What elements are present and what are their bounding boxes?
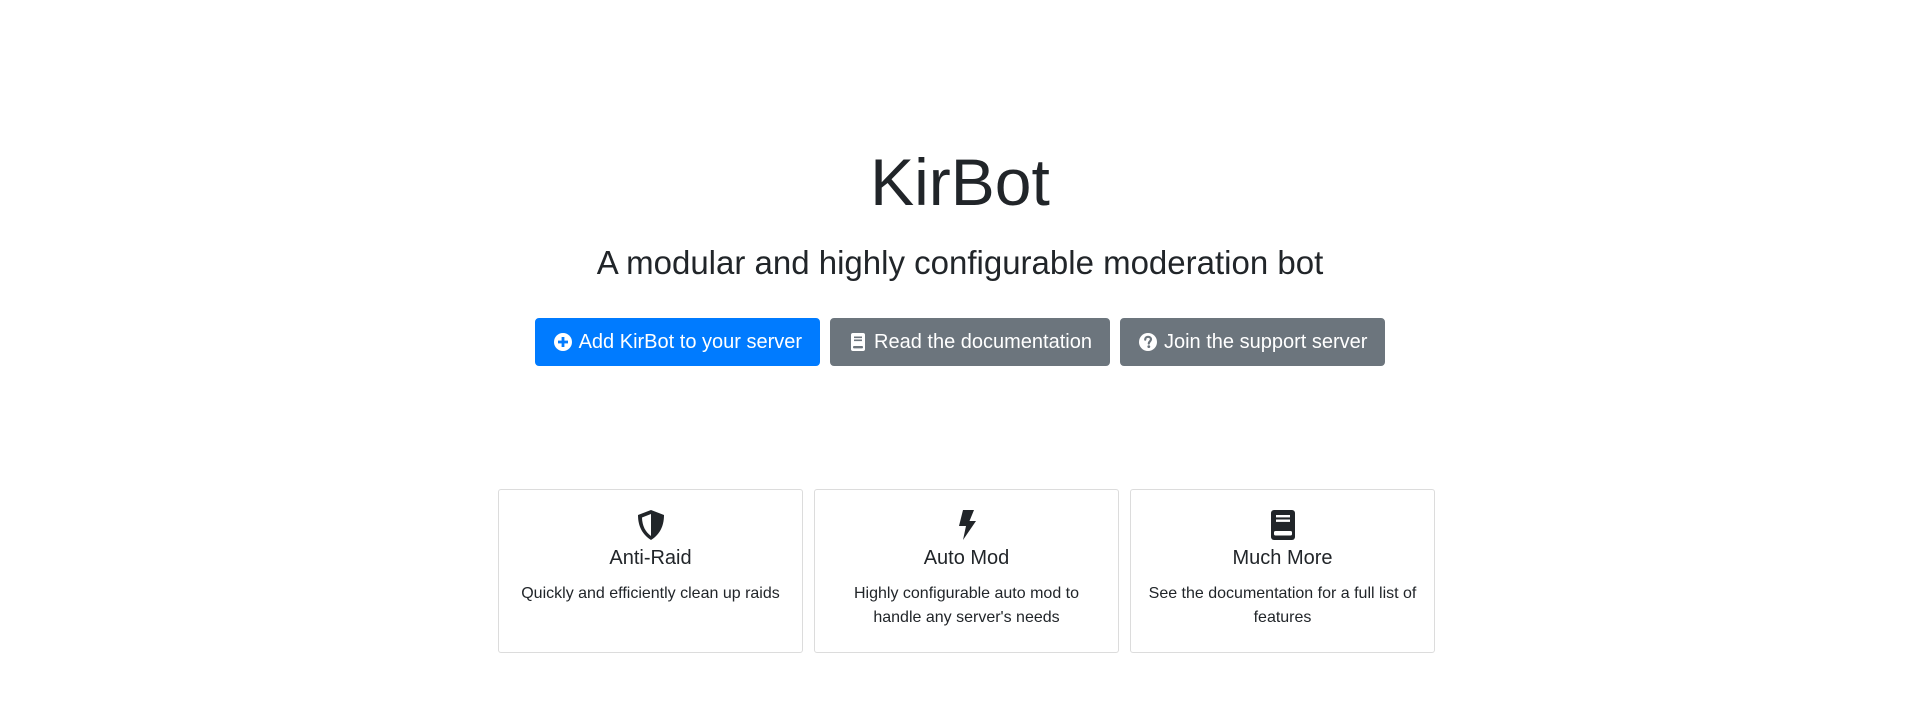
- feature-title: Much More: [1232, 547, 1333, 569]
- feature-cards: Anti-Raid Quickly and efficiently clean …: [498, 489, 1435, 653]
- feature-card-much-more: Much More See the documentation for a fu…: [1130, 489, 1435, 653]
- hero: KirBot A modular and highly configurable…: [0, 140, 1920, 366]
- plus-circle-icon: [553, 332, 573, 352]
- documentation-button[interactable]: Read the documentation: [830, 318, 1110, 366]
- support-server-label: Join the support server: [1163, 330, 1368, 353]
- feature-title: Anti-Raid: [609, 547, 692, 569]
- book-icon: [848, 332, 868, 352]
- shield-icon: [499, 508, 802, 542]
- documentation-label: Read the documentation: [874, 330, 1092, 353]
- support-server-button[interactable]: Join the support server: [1119, 318, 1386, 366]
- feature-description: Quickly and efficiently clean up raids: [521, 585, 780, 602]
- feature-card-anti-raid: Anti-Raid Quickly and efficiently clean …: [498, 489, 803, 653]
- page-title: KirBot: [870, 145, 1050, 219]
- page: KirBot A modular and highly configurable…: [0, 0, 1920, 720]
- bolt-icon: [815, 508, 1118, 542]
- action-buttons: Add KirBot to your server Read the docum…: [0, 318, 1920, 366]
- page-subtitle: A modular and highly configurable modera…: [596, 244, 1324, 281]
- feature-description: See the documentation for a full list of…: [1148, 585, 1417, 626]
- question-circle-icon: [1138, 332, 1158, 352]
- book-icon: [1131, 508, 1434, 542]
- feature-description: Highly configurable auto mod to handle a…: [853, 585, 1080, 626]
- feature-title: Auto Mod: [923, 547, 1010, 569]
- add-bot-label: Add KirBot to your server: [578, 330, 803, 353]
- feature-card-auto-mod: Auto Mod Highly configurable auto mod to…: [814, 489, 1119, 653]
- add-bot-button[interactable]: Add KirBot to your server: [534, 318, 821, 366]
